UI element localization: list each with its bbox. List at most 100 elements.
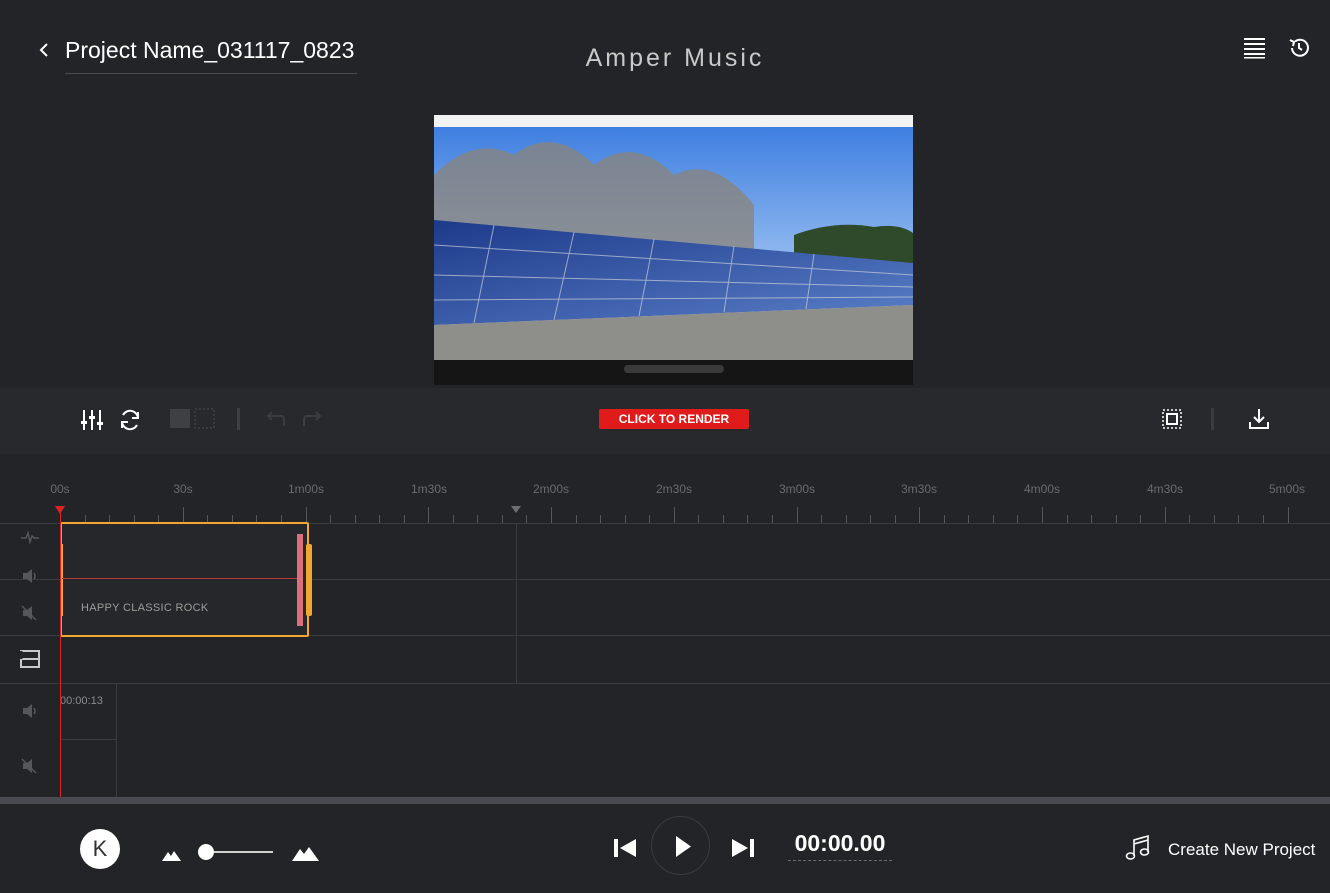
undo-icon[interactable]: [262, 408, 288, 432]
redo-icon[interactable]: [302, 408, 328, 432]
track-sidebar: [0, 524, 60, 798]
ruler-tick: [575, 515, 577, 523]
track-divider: [0, 683, 1330, 684]
ruler-tick: [796, 507, 798, 523]
clip-volume-line[interactable]: [62, 578, 297, 579]
playhead[interactable]: [60, 508, 61, 798]
ruler-label: 2m30s: [655, 482, 693, 496]
volume-icon[interactable]: [20, 702, 40, 720]
ruler-tick: [992, 515, 994, 523]
ruler-tick: [1042, 507, 1043, 523]
ruler-tick: [747, 515, 749, 523]
playhead-handle[interactable]: [55, 506, 65, 514]
play-icon: [676, 836, 691, 857]
ruler-label: 00s: [50, 482, 70, 496]
ruler-tick: [452, 515, 454, 523]
music-clip-label: HAPPY CLASSIC ROCK: [81, 602, 209, 614]
volume-icon[interactable]: [20, 567, 40, 585]
ruler-tick: [1017, 515, 1019, 523]
ruler-tick: [1262, 515, 1264, 523]
zoom-slider-thumb[interactable]: [198, 844, 214, 860]
mixer-icon[interactable]: [80, 408, 106, 432]
video-clip[interactable]: 00:00:13: [60, 684, 117, 798]
ruler-tick: [330, 515, 332, 523]
mountain-small-icon[interactable]: [162, 848, 182, 867]
video-track-icon[interactable]: [19, 648, 41, 670]
waveform-icon[interactable]: [20, 529, 40, 547]
music-clip[interactable]: HAPPY CLASSIC ROCK: [60, 522, 312, 637]
ruler-label: 1m00s: [287, 482, 325, 496]
ruler-tick: [821, 515, 823, 523]
divider: [1211, 408, 1214, 430]
clip-trim-handle-right[interactable]: [306, 544, 312, 616]
fit-icon[interactable]: [1161, 408, 1187, 432]
ruler-tick: [919, 507, 921, 523]
ruler-label: 1m30s: [410, 482, 448, 496]
ruler-tick: [526, 515, 528, 523]
divider: [237, 408, 240, 430]
avatar[interactable]: K: [80, 829, 120, 869]
ruler-label: 5m00s: [1268, 482, 1306, 496]
skip-next-icon[interactable]: [730, 837, 756, 859]
timeline-ruler[interactable]: 00s 30s 1m00s 1m30s 2m00s 2m30s 3m00s 3m…: [0, 454, 1330, 524]
ruler-tick: [1115, 515, 1117, 523]
skip-previous-icon[interactable]: [612, 837, 638, 859]
end-marker-line: [516, 524, 517, 684]
transport-bar: K 00:00.00 Create New Project: [0, 804, 1330, 893]
ruler-tick: [968, 515, 970, 523]
timeline-tracks: HAPPY CLASSIC ROCK 00:00:13: [0, 522, 1330, 798]
ruler-tick: [943, 515, 945, 523]
ruler-tick: [1287, 507, 1289, 523]
ruler-tick: [1213, 515, 1215, 523]
ruler-tick: [551, 507, 552, 523]
end-marker-handle[interactable]: [511, 506, 521, 513]
ruler-tick: [722, 515, 724, 523]
mute-icon[interactable]: [20, 604, 40, 622]
mute-icon[interactable]: [20, 757, 40, 775]
music-note-icon: [1125, 834, 1150, 860]
click-to-render-button[interactable]: CLICK TO RENDER: [599, 409, 749, 429]
ruler-tick: [673, 507, 675, 523]
video-clip-time: 00:00:13: [60, 695, 103, 707]
ruler-tick: [698, 515, 700, 523]
ruler-tick: [771, 515, 773, 523]
ruler-tick: [182, 507, 184, 523]
refresh-icon[interactable]: [118, 408, 144, 432]
ruler-tick: [649, 515, 651, 523]
ruler-tick: [477, 515, 479, 523]
create-new-project-label: Create New Project: [1168, 840, 1316, 859]
playback-time[interactable]: 00:00.00: [788, 830, 892, 861]
ruler-tick: [870, 515, 872, 523]
ruler-tick: [894, 515, 896, 523]
history-icon[interactable]: [1287, 36, 1311, 60]
ruler-tick: [1091, 515, 1093, 523]
video-preview[interactable]: [434, 115, 913, 385]
create-new-project-button[interactable]: Create New Project: [1124, 834, 1316, 864]
ruler-tick: [501, 515, 503, 523]
header: Project Name_031117_0823 Amper Music: [0, 0, 1330, 110]
download-icon[interactable]: [1248, 408, 1274, 432]
ruler-label: 30s: [173, 482, 193, 496]
ruler-tick: [379, 515, 381, 523]
ruler-tick: [845, 515, 847, 523]
ruler-tick: [1164, 507, 1166, 523]
ruler-tick: [354, 515, 356, 523]
menu-list-icon[interactable]: [1243, 37, 1266, 59]
timeline-scrollbar[interactable]: [0, 797, 1330, 804]
clip-end-marker: [297, 534, 303, 626]
ruler-tick: [1189, 515, 1191, 523]
ruler-tick: [428, 507, 430, 523]
toolbar: CLICK TO RENDER: [0, 388, 1330, 454]
ruler-tick: [1140, 515, 1142, 523]
zoom-slider-track[interactable]: [205, 851, 273, 853]
ruler-label: 3m30s: [900, 482, 938, 496]
select-region-icon[interactable]: [170, 408, 215, 432]
ruler-label: 3m00s: [778, 482, 816, 496]
ruler-label: 4m30s: [1146, 482, 1184, 496]
ruler-tick: [600, 515, 602, 523]
play-button[interactable]: [651, 816, 710, 875]
ruler-tick: [403, 515, 405, 523]
ruler-tick: [624, 515, 626, 523]
mountain-large-icon[interactable]: [292, 844, 320, 867]
ruler-tick: [1238, 515, 1240, 523]
